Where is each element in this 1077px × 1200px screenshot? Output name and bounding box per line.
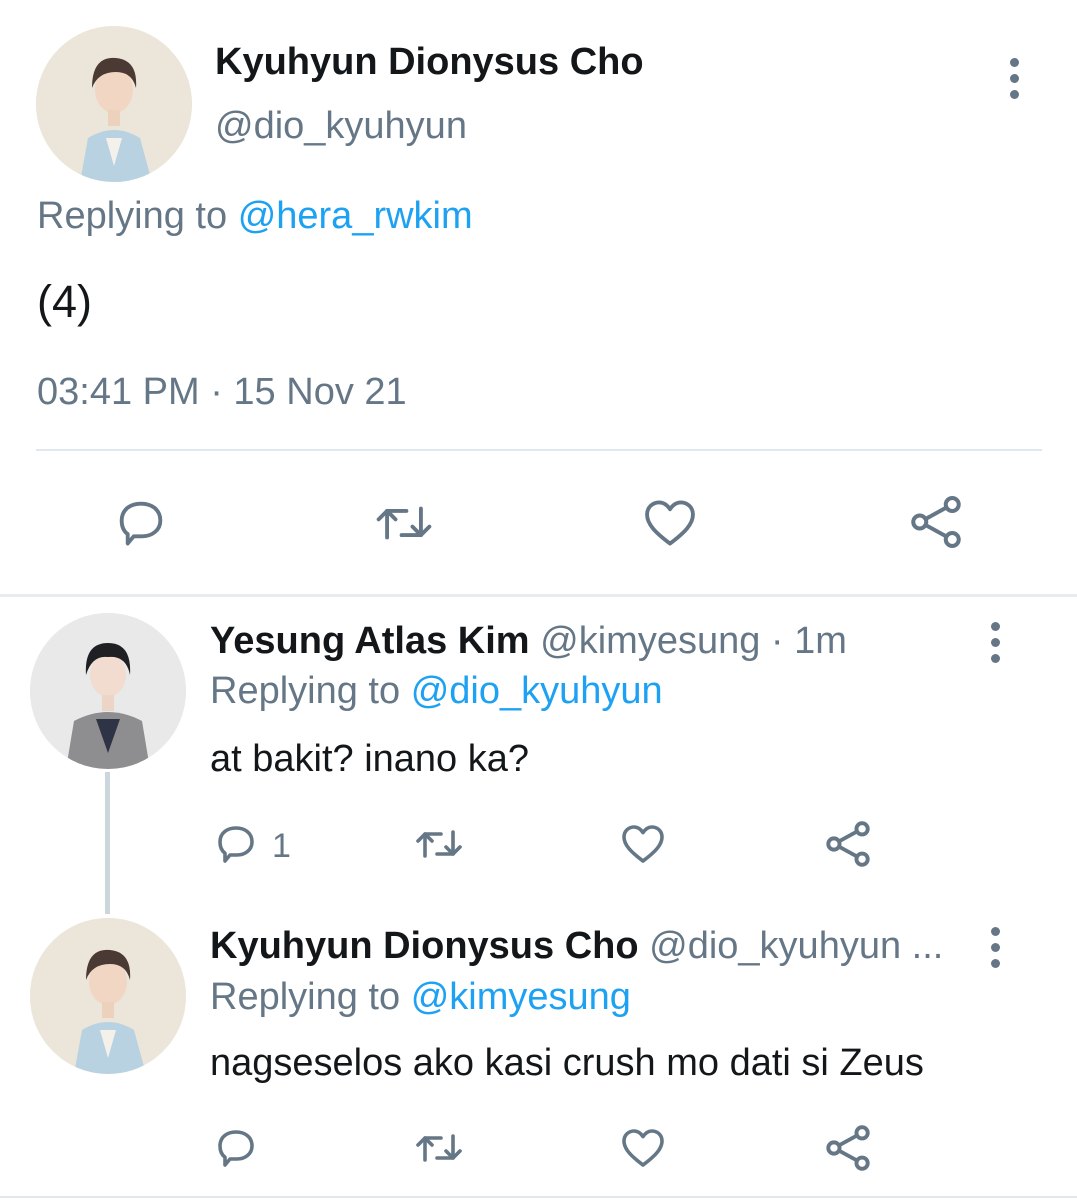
thread-line bbox=[105, 772, 110, 914]
more-options-icon[interactable] bbox=[1010, 58, 1020, 106]
avatar[interactable] bbox=[30, 918, 186, 1074]
profile-photo bbox=[30, 613, 186, 769]
mention-link[interactable]: @kimyesung bbox=[411, 976, 631, 1018]
retweet-icon[interactable] bbox=[412, 820, 466, 868]
reply-icon[interactable] bbox=[112, 494, 170, 552]
retweet-icon[interactable] bbox=[412, 1124, 466, 1172]
display-name[interactable]: Kyuhyun Dionysus Cho bbox=[210, 925, 639, 967]
divider bbox=[36, 449, 1042, 451]
like-icon[interactable] bbox=[618, 1124, 668, 1172]
section-divider bbox=[0, 594, 1077, 597]
replying-prefix: Replying to bbox=[37, 195, 228, 237]
reply-icon[interactable] bbox=[212, 820, 260, 868]
replying-prefix: Replying to bbox=[210, 670, 401, 712]
share-icon[interactable] bbox=[822, 1122, 874, 1174]
handle-time[interactable]: @dio_kyuhyun ... bbox=[649, 925, 943, 967]
reply-header: Kyuhyun Dionysus Cho @dio_kyuhyun ... bbox=[210, 923, 943, 969]
reply-icon[interactable] bbox=[212, 1124, 260, 1172]
tweet-text: nagseselos ako kasi crush mo dati si Zeu… bbox=[210, 1042, 924, 1084]
more-options-icon[interactable] bbox=[991, 927, 1001, 975]
profile-photo bbox=[30, 918, 186, 1074]
tweet-text: at bakit? inano ka? bbox=[210, 738, 530, 780]
display-name[interactable]: Kyuhyun Dionysus Cho bbox=[215, 40, 644, 84]
like-icon[interactable] bbox=[640, 494, 700, 552]
more-options-icon[interactable] bbox=[991, 622, 1001, 670]
tweet-text: (4) bbox=[37, 276, 92, 327]
display-name[interactable]: Yesung Atlas Kim bbox=[210, 620, 530, 662]
reply-count: 1 bbox=[272, 827, 291, 865]
handle[interactable]: @dio_kyuhyun bbox=[215, 104, 467, 148]
retweet-icon[interactable] bbox=[372, 494, 436, 552]
like-icon[interactable] bbox=[618, 820, 668, 868]
mention-link[interactable]: @dio_kyuhyun bbox=[411, 670, 663, 712]
mention-link[interactable]: @hera_rwkim bbox=[238, 195, 473, 237]
share-icon[interactable] bbox=[822, 818, 874, 870]
profile-photo bbox=[36, 26, 192, 182]
replying-to-line: Replying to @dio_kyuhyun bbox=[210, 668, 663, 714]
bottom-divider bbox=[0, 1196, 1077, 1198]
share-icon[interactable] bbox=[906, 492, 966, 552]
replying-to-line: Replying to @kimyesung bbox=[210, 974, 631, 1020]
avatar[interactable] bbox=[36, 26, 192, 182]
handle-time[interactable]: @kimyesung · 1m bbox=[540, 620, 847, 662]
replying-to-line: Replying to @hera_rwkim bbox=[37, 194, 473, 238]
reply-header: Yesung Atlas Kim @kimyesung · 1m bbox=[210, 618, 847, 664]
avatar[interactable] bbox=[30, 613, 186, 769]
replying-prefix: Replying to bbox=[210, 976, 401, 1018]
timestamp[interactable]: 03:41 PM · 15 Nov 21 bbox=[37, 370, 407, 414]
